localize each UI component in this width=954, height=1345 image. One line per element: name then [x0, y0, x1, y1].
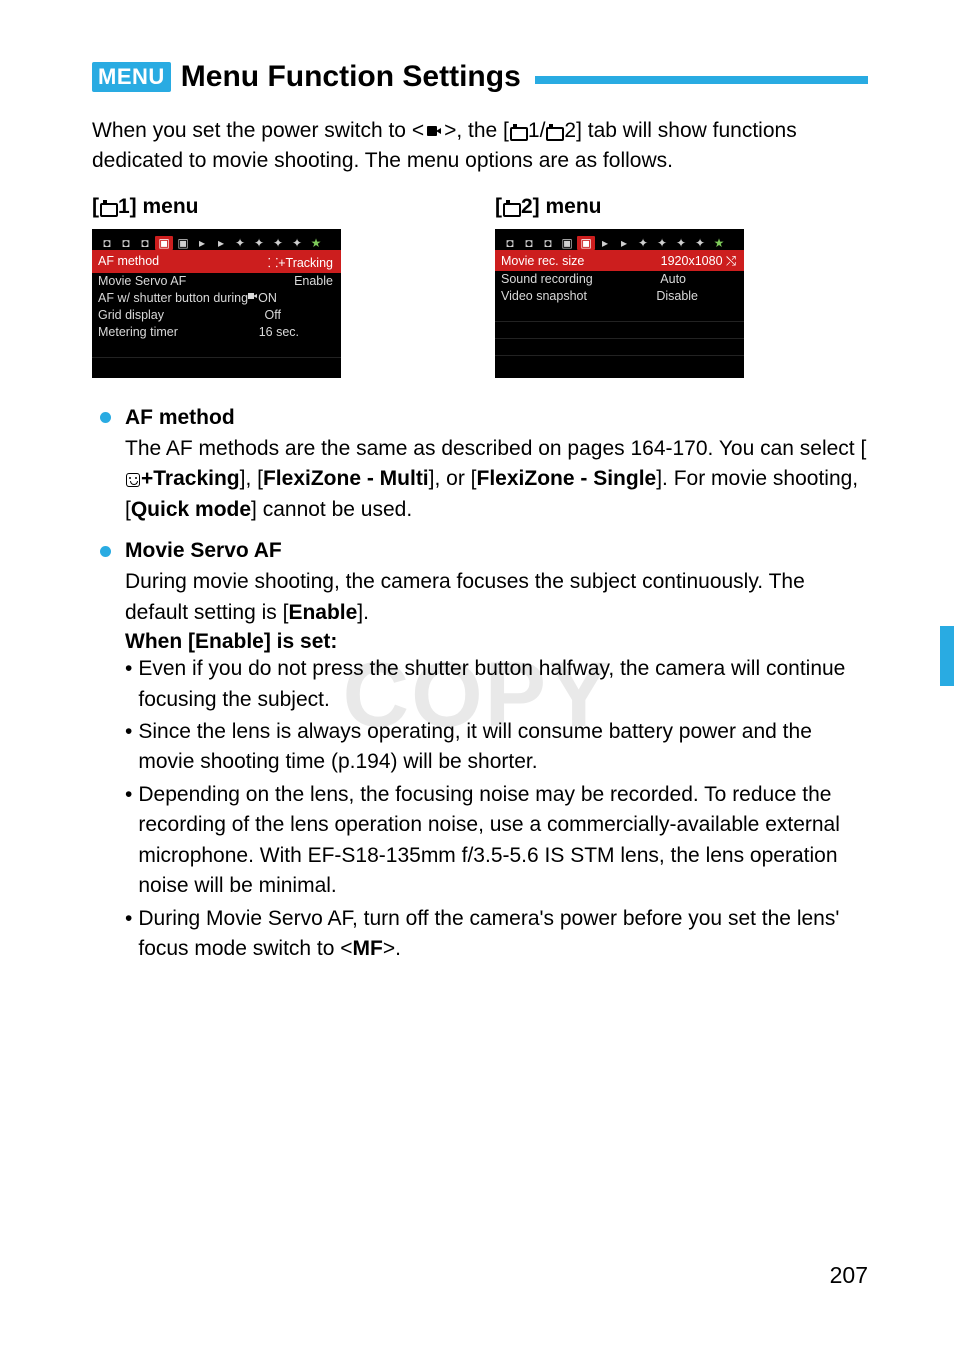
bullet-list: •Even if you do not press the shutter bu…	[125, 654, 868, 964]
camera-menu-2-screenshot: ◘◘◘ ▣ ▣ ▸▸ ✦✦✦✦ ★ Movie rec. size 1920x1…	[495, 229, 744, 378]
intro-text-a: When you set the power switch to <	[92, 119, 424, 142]
section-movie-servo-af: Movie Servo AF During movie shooting, th…	[92, 539, 868, 964]
movie-tab-2-icon: ▣	[577, 236, 595, 250]
title-accent-bar	[535, 76, 868, 84]
section-title: AF method	[125, 406, 235, 430]
page-number: 207	[830, 1262, 868, 1289]
menu-item: Metering timer 16 sec.	[92, 324, 341, 341]
section-body: The AF methods are the same as described…	[125, 434, 868, 525]
list-item: •Depending on the lens, the focusing noi…	[125, 780, 868, 902]
section-title: Movie Servo AF	[125, 539, 282, 563]
subheading: When [Enable] is set:	[125, 630, 868, 654]
menu-item: Movie Servo AF Enable	[92, 273, 341, 290]
intro-text-b: >, the [	[444, 119, 509, 142]
menu-item: Grid display Off	[92, 307, 341, 324]
tab-strip: ◘◘◘ ▣ ▣ ▸▸ ✦✦✦✦ ★	[495, 232, 744, 250]
menu-1-column: [1] menu ◘◘◘ ▣ ▣ ▸▸ ✦✦✦✦ ★ AF method ⸬+T…	[92, 195, 465, 378]
movie-mode-icon	[425, 122, 443, 140]
intro-text-c: 1/	[528, 119, 546, 142]
menu-item: Video snapshot Disable	[495, 288, 744, 305]
section-side-tab	[940, 626, 954, 686]
section-af-method: AF method The AF methods are the same as…	[92, 406, 868, 525]
bullet-dot-icon	[100, 412, 111, 423]
menu-1-heading: [1] menu	[92, 195, 465, 219]
camera-tab-icon	[545, 124, 563, 140]
intro-paragraph: When you set the power switch to < >, the…	[92, 116, 868, 177]
camera-tab-icon	[509, 124, 527, 140]
section-body: During movie shooting, the camera focuse…	[125, 567, 868, 628]
list-item: •Even if you do not press the shutter bu…	[125, 654, 868, 715]
menu-2-column: [2] menu ◘◘◘ ▣ ▣ ▸▸ ✦✦✦✦ ★ Movie rec. si…	[495, 195, 868, 378]
camera-tab-icon	[99, 200, 117, 216]
bullet-dot-icon	[100, 546, 111, 557]
menu-item: Sound recording Auto	[495, 271, 744, 288]
camera-menu-1-screenshot: ◘◘◘ ▣ ▣ ▸▸ ✦✦✦✦ ★ AF method ⸬+Tracking M…	[92, 229, 341, 378]
list-item: •During Movie Servo AF, turn off the cam…	[125, 904, 868, 965]
face-tracking-icon	[126, 473, 140, 487]
menu-2-heading: [2] menu	[495, 195, 868, 219]
page-title-row: MENU Menu Function Settings	[92, 60, 868, 94]
page-title: Menu Function Settings	[181, 60, 521, 94]
menu-item-selected: Movie rec. size 1920x1080 ⤭	[495, 253, 744, 271]
menu-item: AF w/ shutter button during ON	[92, 290, 341, 307]
movie-tab-1-icon: ▣	[155, 236, 173, 250]
menu-item-selected: AF method ⸬+Tracking	[92, 253, 341, 273]
list-item: •Since the lens is always operating, it …	[125, 717, 868, 778]
camera-tab-icon	[502, 200, 520, 216]
tab-strip: ◘◘◘ ▣ ▣ ▸▸ ✦✦✦✦ ★	[92, 232, 341, 250]
menu-badge: MENU	[92, 62, 171, 92]
